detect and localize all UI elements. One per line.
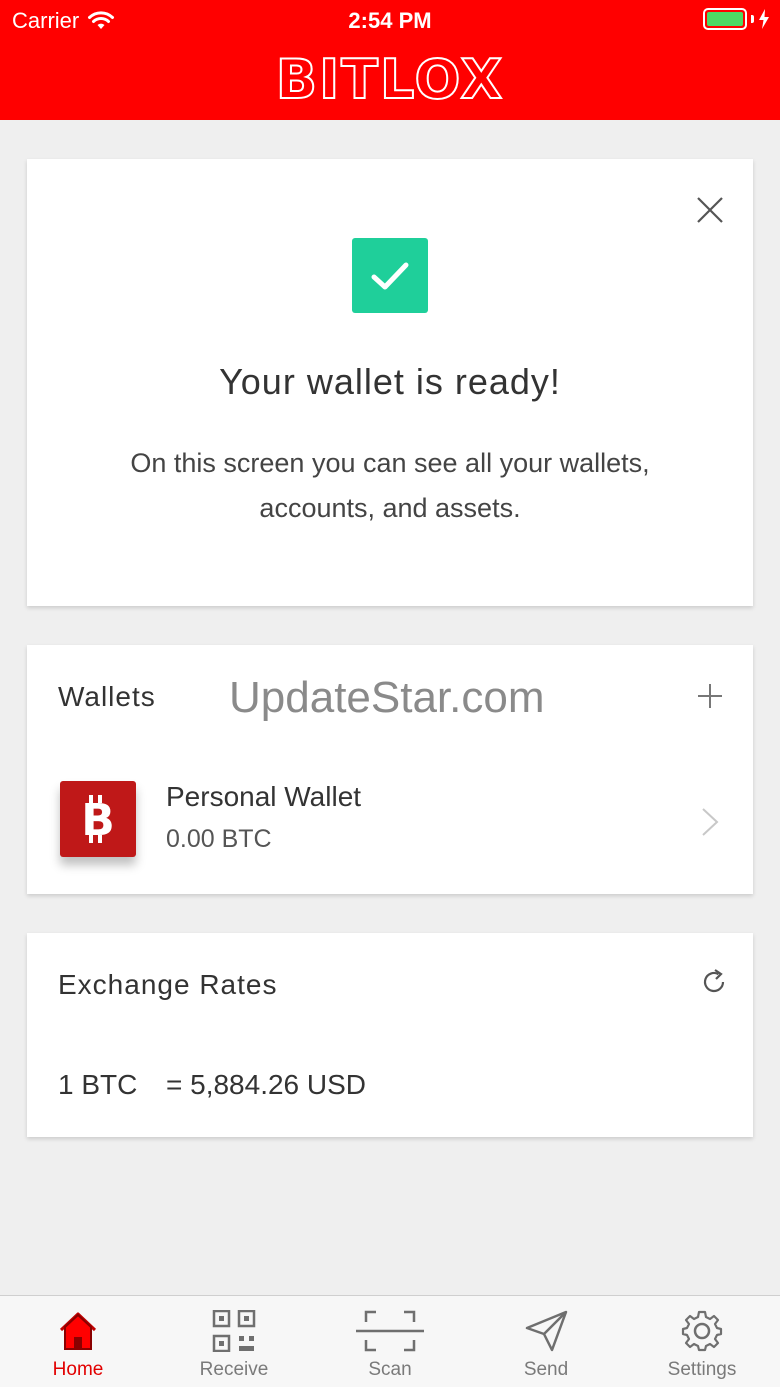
wallets-card: Wallets UpdateStar.com B Personal Wallet… — [27, 645, 753, 894]
exchange-rates-title: Exchange Rates — [58, 969, 278, 1000]
send-icon — [525, 1310, 568, 1352]
tab-send-label: Send — [523, 1359, 569, 1380]
tab-receive-label: Receive — [199, 1359, 269, 1380]
qr-code-icon — [212, 1310, 256, 1352]
tab-home[interactable]: Home — [0, 1296, 156, 1387]
tab-receive[interactable]: Receive — [156, 1296, 312, 1387]
exchange-rates-card: Exchange Rates 1 BTC = 5,884.26 USD — [27, 933, 753, 1137]
bitlox-logo: BITLOX — [275, 47, 505, 112]
chevron-right-icon — [702, 808, 719, 836]
tab-scan[interactable]: Scan — [312, 1296, 468, 1387]
home-icon — [59, 1312, 97, 1350]
tab-home-label: Home — [52, 1359, 104, 1380]
rate-value: = 5,884.26 USD — [166, 1069, 367, 1100]
wallet-list-item[interactable]: B Personal Wallet 0.00 BTC — [27, 777, 753, 867]
success-checkmark — [352, 238, 428, 313]
tab-send[interactable]: Send — [468, 1296, 624, 1387]
gear-icon — [681, 1310, 723, 1352]
tab-settings[interactable]: Settings — [624, 1296, 780, 1387]
tab-scan-label: Scan — [368, 1359, 412, 1380]
scan-icon — [356, 1310, 424, 1352]
wallet-name: Personal Wallet — [166, 781, 362, 812]
charging-bolt-icon — [759, 9, 769, 29]
status-time: 2:54 PM — [348, 8, 432, 33]
refresh-icon[interactable] — [699, 967, 729, 997]
ready-description: On this screen you can see all your wall… — [130, 448, 650, 523]
wallet-ready-card: Your wallet is ready! On this screen you… — [27, 159, 753, 606]
status-bar: Carrier 2:54 PM — [0, 0, 780, 40]
ready-title: Your wallet is ready! — [219, 361, 561, 402]
battery-indicator — [703, 8, 770, 30]
watermark: UpdateStar.com — [229, 673, 545, 722]
exchange-rate-row: 1 BTC = 5,884.26 USD — [58, 1069, 366, 1101]
wallet-balance: 0.00 BTC — [166, 825, 272, 853]
checkmark-icon — [371, 262, 409, 289]
bitcoin-icon: B — [60, 781, 136, 857]
wallets-title: Wallets — [58, 681, 156, 712]
battery-icon — [703, 8, 747, 30]
bottom-tab-bar: Home Receive Scan Send Settings — [0, 1295, 780, 1387]
tab-settings-label: Settings — [667, 1359, 737, 1380]
add-wallet-icon[interactable] — [697, 683, 723, 709]
rate-base: 1 BTC — [58, 1069, 138, 1100]
close-icon[interactable] — [695, 195, 725, 225]
app-header: Carrier 2:54 PM BITLOX — [0, 0, 780, 120]
